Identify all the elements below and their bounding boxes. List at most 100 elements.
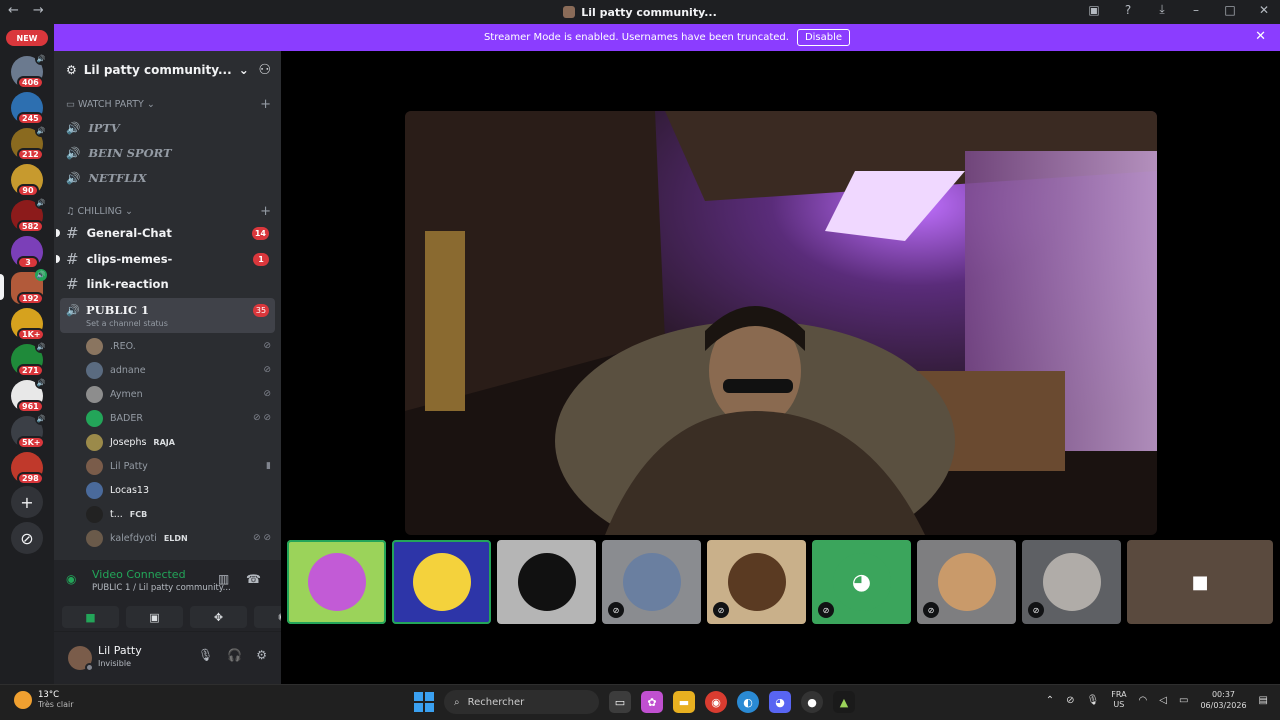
discord-icon[interactable]: ◕ (769, 691, 791, 713)
speaker-icon: 🔊 (35, 197, 47, 209)
server-4[interactable]: 90 (11, 164, 43, 197)
copilot-icon[interactable]: ✿ (641, 691, 663, 713)
voice-member[interactable]: t... FCB (86, 504, 271, 524)
activities-button[interactable]: ✥ (190, 606, 247, 628)
voice-stage: ⊘ ⊘ ◕ ⊘ ⊘ ⊘ ■ (281, 51, 1280, 684)
add-server-button[interactable]: + (11, 486, 43, 518)
camera-button[interactable]: ■ (62, 606, 119, 628)
user-name[interactable]: Lil Patty (98, 644, 142, 657)
server-7[interactable]: 🔊 192 (11, 269, 47, 305)
server-header[interactable]: ⚙ Lil patty community... ⌄ ⚇ (54, 51, 281, 89)
screen-share-button[interactable]: ▣ (126, 606, 183, 628)
server-6[interactable]: 3 (11, 236, 43, 269)
voice-channel-iptv[interactable]: 🔊 IPTV (66, 121, 120, 135)
category-watch-party[interactable]: ▭ WATCH PARTY ⌄ + (66, 97, 271, 112)
chrome-icon[interactable]: ◉ (705, 691, 727, 713)
mic-icon[interactable]: 🎙 (198, 648, 213, 662)
voice-channel-public[interactable]: 🔊 PUBLIC 1 Set a channel status 35 (60, 298, 275, 333)
chevron-up-icon[interactable]: ⌃ (1046, 695, 1054, 706)
voice-member[interactable]: Locas13 (86, 480, 271, 500)
task-view-icon[interactable]: ▭ (609, 691, 631, 713)
text-channel-link[interactable]: # link-reaction (60, 272, 275, 296)
participant-tile[interactable]: ⊘ (707, 540, 806, 624)
server-2[interactable]: 245 (11, 92, 44, 125)
new-badge[interactable]: NEW (6, 30, 48, 46)
back-icon[interactable]: ← (8, 3, 19, 18)
server-1[interactable]: 🔊 406 (11, 53, 47, 89)
participant-tile[interactable]: ⊘ (917, 540, 1016, 624)
channel-status[interactable]: Set a channel status (86, 319, 168, 328)
noise-suppression-icon[interactable]: ▥ (218, 572, 229, 586)
main-video[interactable] (405, 111, 1157, 535)
voice-member[interactable]: .REO. ⊘ (86, 336, 271, 356)
server-11[interactable]: 🔊 5K+ (11, 413, 47, 449)
forward-icon[interactable]: → (33, 3, 44, 18)
signal-icon[interactable]: ◉ (66, 572, 76, 586)
volume-icon[interactable]: ◁ (1159, 695, 1167, 706)
speaker-icon: 🔊 (35, 377, 47, 389)
text-channel-general[interactable]: # General-Chat 14 (56, 221, 275, 245)
voice-member[interactable]: Lil Patty ▮ (86, 456, 271, 476)
connection-channel[interactable]: PUBLIC 1 / Lil patty community... (92, 583, 232, 593)
text-channel-clips[interactable]: # clips-memes- 1 (56, 247, 275, 271)
help-icon[interactable]: ? (1120, 3, 1136, 17)
participant-tile[interactable] (392, 540, 491, 624)
inbox-icon[interactable]: ▣ (1086, 3, 1102, 17)
taskbar-search[interactable]: ⌕ Rechercher (444, 690, 599, 714)
member-tag: FCB (129, 509, 148, 519)
participant-tile[interactable]: ⊘ (602, 540, 701, 624)
server-3[interactable]: 🔊 212 (11, 125, 47, 161)
participant-tile[interactable]: ◕ ⊘ (812, 540, 911, 624)
explore-button[interactable]: ⊘ (11, 522, 43, 554)
deafened-icon: ⊘ ⊘ (253, 413, 271, 423)
disable-button[interactable]: Disable (796, 29, 851, 46)
battery-icon[interactable]: ▭ (1179, 695, 1188, 706)
add-channel-icon[interactable]: + (260, 204, 271, 219)
server-8[interactable]: 1K+ (11, 308, 46, 341)
notification-icon[interactable]: ▤ (1259, 695, 1268, 706)
mic-icon[interactable]: 🎙 (1087, 695, 1100, 706)
close-icon[interactable]: ✕ (1255, 29, 1266, 44)
streamer-mode-banner: Streamer Mode is enabled. Usernames have… (54, 24, 1280, 51)
server-10[interactable]: 🔊 961 (11, 377, 47, 413)
participant-tile[interactable]: ■ (1127, 540, 1273, 624)
voice-channel-netflix[interactable]: 🔊 NETFLIX (66, 171, 147, 185)
add-channel-icon[interactable]: + (260, 97, 271, 112)
minimize-icon[interactable]: – (1188, 3, 1204, 17)
voice-member[interactable]: BADER ⊘ ⊘ (86, 408, 271, 428)
app-icon[interactable]: ▲ (833, 691, 855, 713)
member-name: Locas13 (110, 484, 150, 496)
voice-member[interactable]: Josephs RAJA (86, 432, 271, 452)
search-placeholder: Rechercher (467, 696, 525, 708)
voice-member[interactable]: kalefdyoti ELDN ⊘ ⊘ (86, 528, 271, 548)
deafened-icon: ⊘ ⊘ (253, 533, 271, 543)
wifi-icon[interactable]: ◠ (1139, 695, 1148, 706)
disconnect-icon[interactable]: ☎ (246, 572, 261, 586)
weather-widget[interactable]: 13°C Très clair (14, 690, 74, 709)
voice-channel-bein[interactable]: 🔊 BEIN SPORT (66, 146, 172, 160)
voice-member[interactable]: Aymen ⊘ (86, 384, 271, 404)
participant-tile[interactable]: ⊘ (1022, 540, 1121, 624)
clock[interactable]: 00:37 06/03/2026 (1200, 689, 1246, 711)
category-chilling[interactable]: ♫ CHILLING ⌄ + (66, 204, 271, 219)
app-icon[interactable]: ● (801, 691, 823, 713)
server-12[interactable]: 298 (11, 452, 44, 485)
window-title-text: Lil patty community... (581, 5, 717, 19)
participant-tile[interactable] (287, 540, 386, 624)
close-icon[interactable]: ✕ (1256, 3, 1272, 17)
gear-icon[interactable]: ⚙ (256, 648, 267, 662)
server-5[interactable]: 🔊 582 (11, 197, 47, 233)
language-indicator[interactable]: FRA US (1111, 690, 1126, 710)
file-explorer-icon[interactable]: ▬ (673, 691, 695, 713)
network-icon[interactable]: ⊘ (1066, 695, 1074, 706)
participant-tile[interactable] (497, 540, 596, 624)
maximize-icon[interactable]: □ (1222, 3, 1238, 17)
headphones-icon[interactable]: 🎧 (227, 648, 242, 662)
add-friend-icon[interactable]: ⚇ (258, 62, 271, 78)
edge-icon[interactable]: ◐ (737, 691, 759, 713)
voice-member[interactable]: adnane ⊘ (86, 360, 271, 380)
server-9[interactable]: 🔊 271 (11, 341, 47, 377)
download-icon[interactable]: ⤓ (1154, 2, 1170, 17)
channel-name: clips-memes- (86, 252, 173, 266)
start-button[interactable] (414, 692, 434, 712)
